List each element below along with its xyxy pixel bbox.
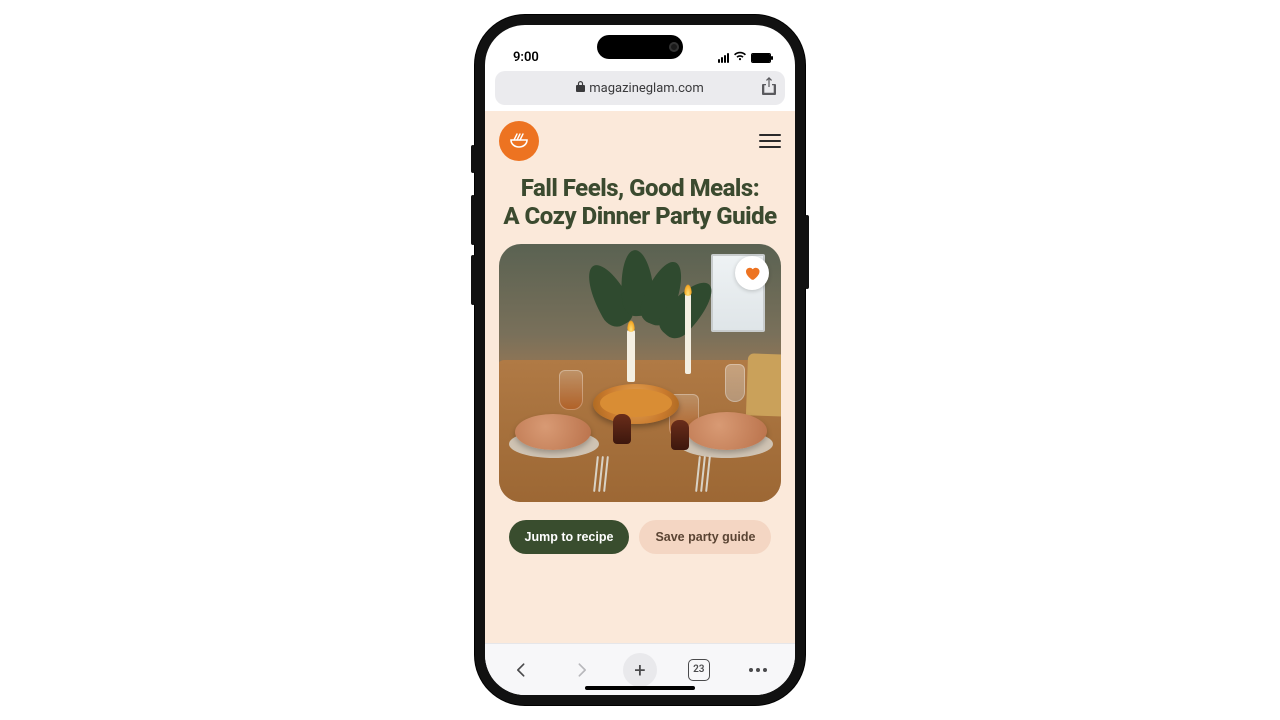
- bowl-whisk-icon: [507, 129, 531, 153]
- hamburger-icon: [759, 134, 781, 136]
- forward-button[interactable]: [564, 653, 598, 687]
- save-party-guide-button[interactable]: Save party guide: [639, 520, 771, 554]
- browser-domain: magazineglam.com: [589, 81, 704, 96]
- phone-frame: 9:00 magazineglam.com: [475, 15, 805, 705]
- site-header: [485, 111, 795, 167]
- volume-up-button: [471, 195, 475, 245]
- home-indicator[interactable]: [585, 686, 695, 690]
- plus-icon: +: [634, 658, 645, 682]
- share-icon[interactable]: [761, 77, 777, 99]
- title-line-2: A Cozy Dinner Party Guide: [503, 202, 776, 230]
- phone-screen: 9:00 magazineglam.com: [485, 25, 795, 695]
- browser-address-bar[interactable]: magazineglam.com: [495, 71, 785, 105]
- favorite-button[interactable]: [735, 256, 769, 290]
- status-time: 9:00: [513, 50, 539, 65]
- web-content: Fall Feels, Good Meals: A Cozy Dinner Pa…: [485, 111, 795, 643]
- site-logo[interactable]: [499, 121, 539, 161]
- arrow-left-icon: [512, 660, 532, 680]
- battery-icon: [751, 53, 771, 63]
- tabs-button[interactable]: 23: [682, 653, 716, 687]
- jump-to-recipe-button[interactable]: Jump to recipe: [509, 520, 630, 554]
- side-button: [471, 145, 475, 173]
- dynamic-island: [597, 35, 683, 59]
- title-line-1: Fall Feels, Good Meals:: [521, 174, 759, 202]
- tab-count-badge: 23: [688, 659, 710, 681]
- more-icon: [749, 668, 767, 672]
- cta-row: Jump to recipe Save party guide: [485, 502, 795, 554]
- back-button[interactable]: [505, 653, 539, 687]
- more-button[interactable]: [741, 653, 775, 687]
- cellular-icon: [718, 53, 729, 63]
- hero-image: [499, 244, 781, 502]
- new-tab-button[interactable]: +: [623, 653, 657, 687]
- lock-icon: [576, 81, 585, 95]
- menu-button[interactable]: [759, 134, 781, 148]
- volume-down-button: [471, 255, 475, 305]
- wifi-icon: [733, 50, 747, 65]
- heart-icon: [743, 264, 761, 282]
- power-button: [805, 215, 809, 289]
- article-title: Fall Feels, Good Meals: A Cozy Dinner Pa…: [485, 167, 795, 240]
- arrow-right-icon: [571, 660, 591, 680]
